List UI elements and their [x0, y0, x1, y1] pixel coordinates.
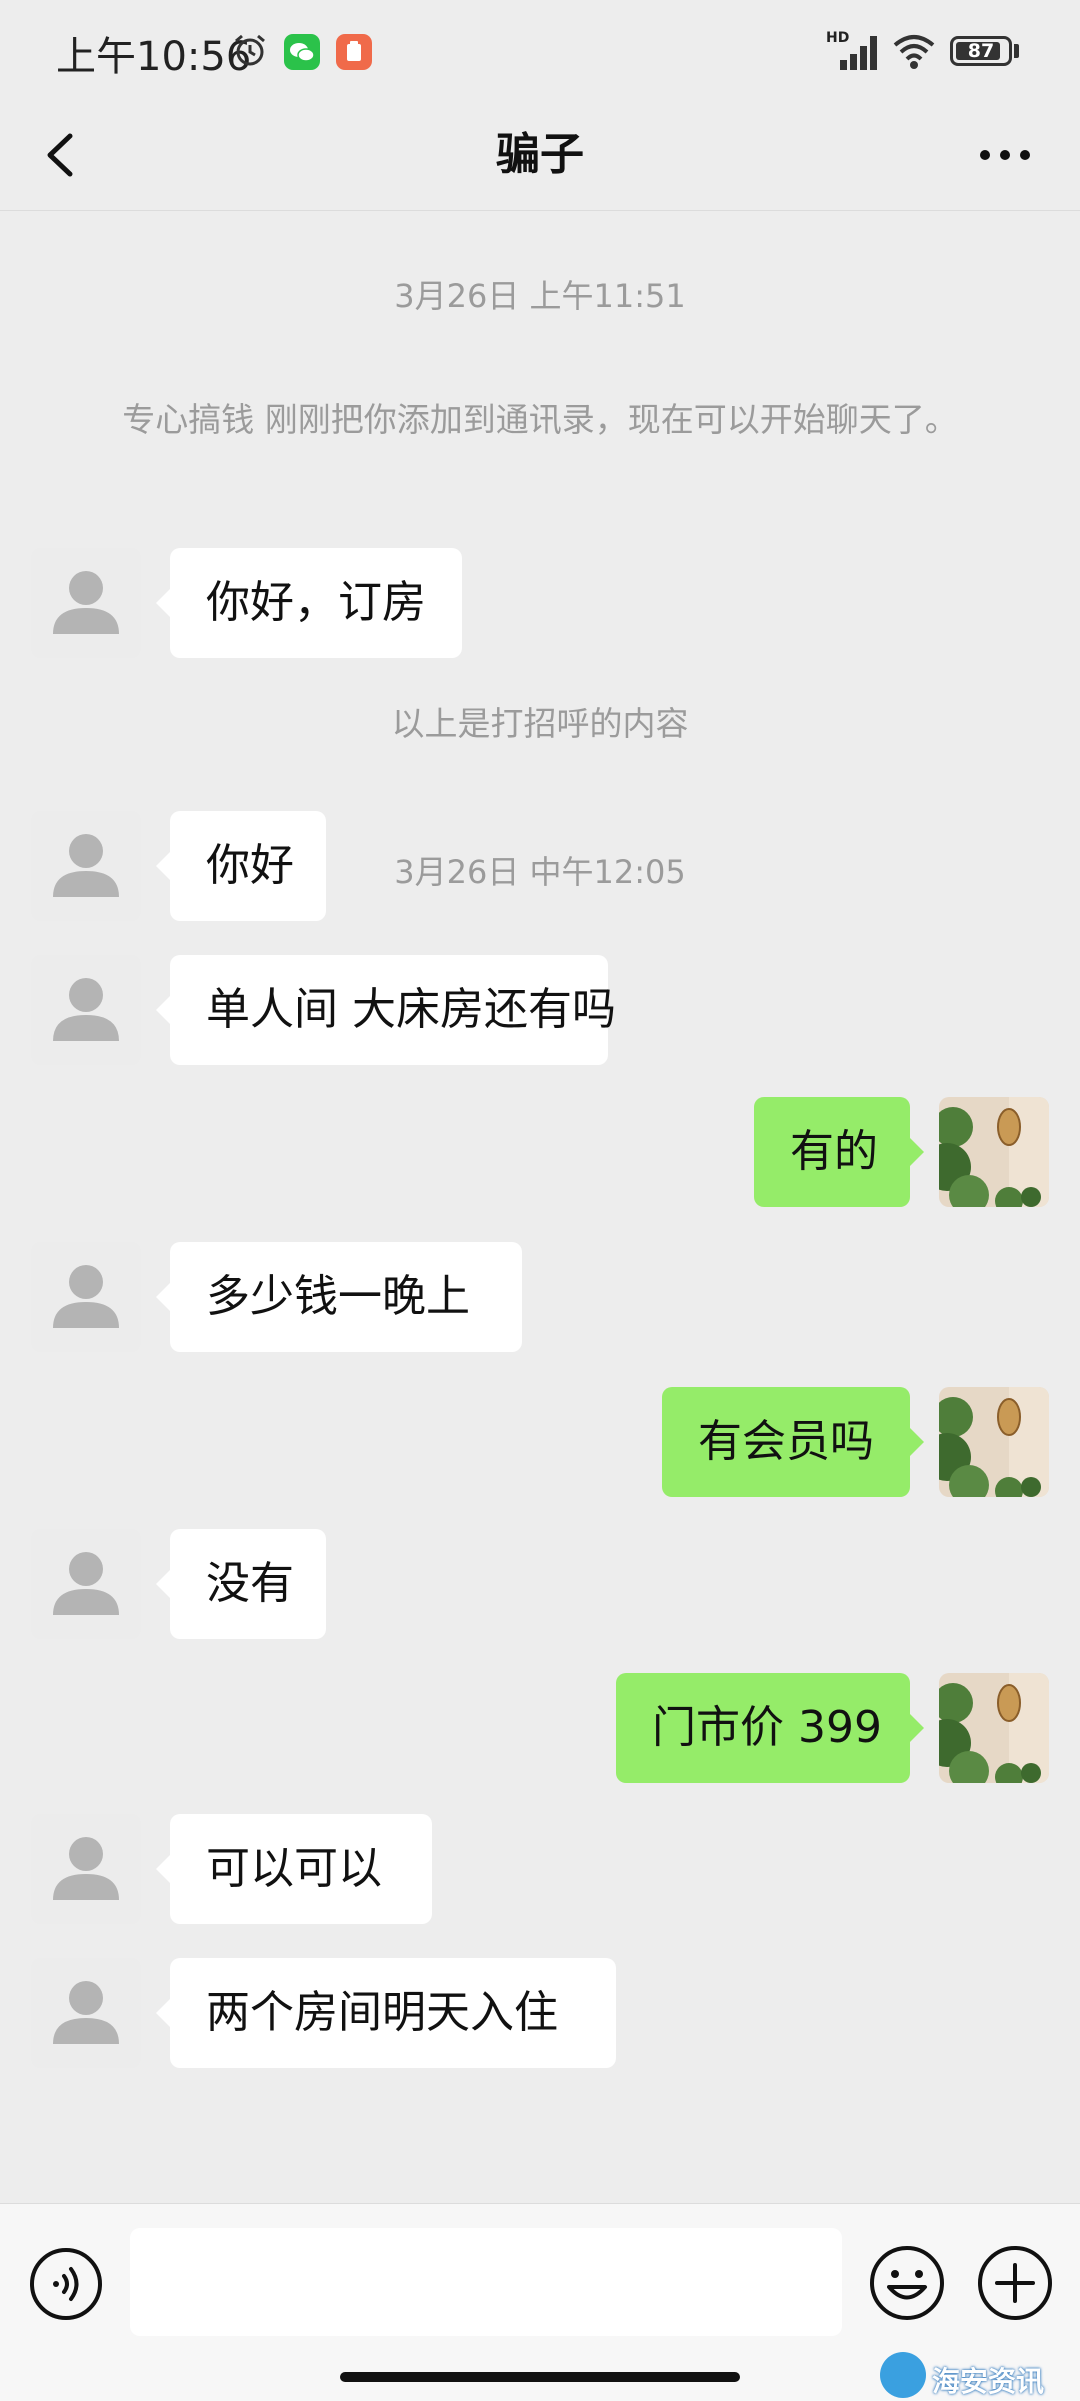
message-row: 有会员吗 — [0, 1387, 1080, 1499]
self-avatar[interactable] — [939, 1387, 1049, 1497]
bubble-tail — [156, 1998, 171, 2028]
self-avatar-image — [939, 1673, 1049, 1783]
message-text: 多少钱一晚上 — [206, 1271, 470, 1322]
message-text: 门市价 399 — [652, 1702, 882, 1753]
message-bubble[interactable]: 没有 — [156, 1529, 326, 1639]
message-bubble[interactable]: 有的 — [754, 1097, 924, 1207]
watermark: 海安资讯 — [880, 2350, 1080, 2400]
greeting-note: 以上是打招呼的内容 — [391, 704, 689, 743]
default-avatar-icon — [53, 1981, 119, 2044]
message-text: 单人间 大床房还有吗 — [206, 984, 616, 1035]
message-text: 可以可以 — [206, 1843, 382, 1894]
bubble-tail — [909, 1137, 924, 1167]
battery-level: 87 — [967, 40, 995, 62]
battery-cap — [1014, 44, 1019, 58]
app-icon — [336, 34, 372, 70]
voice-icon[interactable] — [28, 2246, 104, 2322]
chat-title: 骗子 — [496, 129, 584, 180]
contact-avatar[interactable] — [31, 1529, 141, 1639]
self-avatar-image — [939, 1097, 1049, 1207]
wifi-icon — [893, 35, 935, 69]
bubble-tail — [156, 588, 171, 618]
message-row: 没有 — [0, 1529, 1080, 1641]
alarm-icon — [235, 34, 265, 66]
contact-avatar[interactable] — [31, 1242, 141, 1352]
default-avatar-icon — [53, 1837, 119, 1900]
message-row: 你好，订房 — [0, 548, 1080, 660]
bubble-tail — [156, 1854, 171, 1884]
message-text: 两个房间明天入住 — [206, 1987, 558, 2038]
status-time: 上午10:56 — [56, 34, 252, 80]
message-text: 有会员吗 — [698, 1416, 874, 1467]
message-bubble[interactable]: 门市价 399 — [616, 1673, 924, 1783]
message-row: 门市价 399 — [0, 1673, 1080, 1785]
message-bubble[interactable]: 可以可以 — [156, 1814, 432, 1924]
message-bubble[interactable]: 多少钱一晚上 — [156, 1242, 522, 1352]
self-avatar-image — [939, 1387, 1049, 1497]
self-avatar[interactable] — [939, 1673, 1049, 1783]
signal-icon — [840, 36, 877, 70]
message-bubble[interactable]: 两个房间明天入住 — [156, 1958, 616, 2068]
plus-icon[interactable] — [976, 2244, 1054, 2322]
nav-bar: 骗子 — [0, 100, 1080, 211]
chat-area[interactable]: 3月26日 上午11:51 专心搞钱 刚刚把你添加到通讯录，现在可以开始聊天了。… — [0, 211, 1080, 2201]
default-avatar-icon — [53, 571, 119, 634]
contact-avatar[interactable] — [31, 955, 141, 1065]
message-row: 有的 — [0, 1097, 1080, 1209]
emoji-icon[interactable] — [868, 2244, 946, 2322]
message-text: 有的 — [790, 1126, 878, 1177]
watermark-text: 海安资讯 — [932, 2365, 1045, 2398]
default-avatar-icon — [53, 1552, 119, 1615]
message-row: 可以可以 — [0, 1814, 1080, 1926]
default-avatar-icon — [53, 978, 119, 1041]
back-icon[interactable] — [36, 122, 96, 188]
message-text: 没有 — [206, 1558, 294, 1609]
message-bubble[interactable]: 有会员吗 — [662, 1387, 924, 1497]
message-text: 你好，订房 — [206, 577, 426, 628]
message-bubble[interactable]: 单人间 大床房还有吗 — [156, 955, 616, 1065]
bubble-tail — [156, 995, 171, 1025]
bubble-tail — [156, 1282, 171, 1312]
bubble-tail — [909, 1427, 924, 1457]
message-row: 多少钱一晚上 — [0, 1242, 1080, 1354]
message-bubble[interactable]: 你好，订房 — [156, 548, 462, 658]
status-bar: 上午10:56 HD 87 — [0, 0, 1080, 100]
contact-avatar[interactable] — [31, 1814, 141, 1924]
default-avatar-icon — [53, 1265, 119, 1328]
timestamp: 3月26日 上午11:51 — [394, 277, 686, 315]
system-message: 专心搞钱 刚刚把你添加到通讯录，现在可以开始聊天了。 — [122, 400, 958, 439]
message-input[interactable] — [130, 2228, 842, 2336]
contact-avatar[interactable] — [31, 1958, 141, 2068]
contact-avatar[interactable] — [31, 548, 141, 658]
bubble-tail — [156, 1569, 171, 1599]
battery-icon: 87 — [950, 36, 1012, 66]
message-row: 两个房间明天入住 — [0, 1958, 1080, 2070]
self-avatar[interactable] — [939, 1097, 1049, 1207]
more-icon[interactable] — [972, 122, 1038, 188]
bubble-tail — [909, 1713, 924, 1743]
timestamp: 3月26日 中午12:05 — [394, 853, 686, 891]
watermark-logo-icon — [880, 2352, 926, 2398]
home-indicator[interactable] — [340, 2372, 740, 2382]
message-row: 单人间 大床房还有吗 — [0, 955, 1080, 1067]
wechat-icon — [284, 34, 320, 70]
